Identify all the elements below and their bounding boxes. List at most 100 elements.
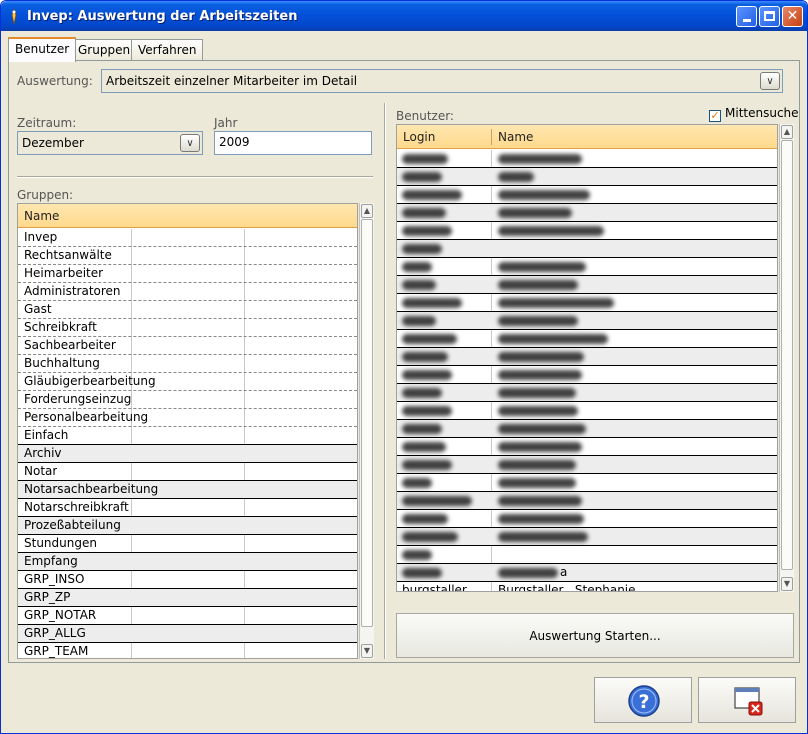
redacted-text [498,442,582,452]
scroll-down-icon[interactable]: ▼ [781,577,793,591]
scroll-thumb[interactable] [781,140,793,570]
close-dialog-button[interactable] [698,677,796,723]
list-item[interactable]: GRP_ALLG [18,625,357,643]
maximize-button[interactable] [759,6,780,27]
auswertung-select[interactable]: Arbeitszeit einzelner Mitarbeiter im Det… [101,69,783,93]
redacted-text [402,280,436,290]
minimize-button[interactable] [736,6,757,27]
list-item[interactable]: Prozeßabteilung [18,517,357,535]
table-row[interactable] [397,330,777,348]
table-header: Login Name [397,125,777,149]
list-item[interactable]: Gläubigerbearbeitung [18,373,357,391]
list-item[interactable]: GRP_INSO [18,571,357,589]
table-row[interactable] [397,474,777,492]
table-row[interactable] [397,528,777,546]
list-item[interactable]: Administratoren [18,283,357,301]
chevron-down-icon[interactable]: ∨ [180,134,200,152]
tab-benutzer[interactable]: Benutzer [8,37,77,62]
mittensuche-checkbox[interactable]: ✓ Mittensuche [709,106,799,122]
zeitraum-value: Dezember [22,136,84,150]
list-item[interactable]: Personalbearbeitung [18,409,357,427]
table-row[interactable] [397,366,777,384]
list-item[interactable]: Notarsachbearbeitung [18,481,357,499]
table-row[interactable]: burgstaller Burgstaller , Stephanie [397,582,777,592]
list-item-label: Buchhaltung [24,356,100,370]
list-item-label: Einfach [24,428,69,442]
table-row[interactable] [397,510,777,528]
column-header-name[interactable]: Name [24,209,59,223]
chevron-down-icon[interactable]: ∨ [760,72,780,90]
redacted-text [402,388,442,398]
column-header-login[interactable]: Login [403,130,435,144]
table-row[interactable] [397,240,777,258]
table-row[interactable] [397,150,777,168]
list-item[interactable]: Archiv [18,445,357,463]
login-cell: burgstaller [402,583,467,592]
list-item[interactable]: Stundungen [18,535,357,553]
redacted-text [498,424,586,434]
table-row[interactable] [397,438,777,456]
table-row[interactable] [397,294,777,312]
list-item[interactable]: Notar [18,463,357,481]
auswertung-starten-button[interactable]: Auswertung Starten... [396,613,794,658]
table-header: Name [18,204,357,228]
redacted-text [402,442,446,452]
name-cell: a [560,565,568,579]
svg-text:?: ? [638,691,649,713]
zeitraum-label: Zeitraum: [17,116,77,130]
table-row[interactable] [397,186,777,204]
scroll-thumb[interactable] [361,219,373,627]
table-row[interactable] [397,258,777,276]
table-row[interactable] [397,420,777,438]
list-item[interactable]: Invep [18,229,357,247]
table-row[interactable] [397,384,777,402]
redacted-text [402,208,446,218]
benutzer-panel: Auswertung: Arbeitszeit einzelner Mitarb… [8,60,800,663]
tab-verfahren[interactable]: Verfahren [131,39,204,61]
scroll-up-icon[interactable]: ▲ [361,204,373,218]
tab-gruppen[interactable]: Gruppen [71,39,138,61]
benutzer-scrollbar[interactable]: ▲ ▼ [779,124,794,592]
table-row[interactable] [397,402,777,420]
list-item[interactable]: Rechtsanwälte [18,247,357,265]
list-item[interactable]: Sachbearbeiter [18,337,357,355]
list-item-label: Empfang [24,554,78,568]
auswertung-value: Arbeitszeit einzelner Mitarbeiter im Det… [106,74,358,88]
table-row[interactable] [397,204,777,222]
list-item[interactable]: Heimarbeiter [18,265,357,283]
zeitraum-select[interactable]: Dezember ∨ [17,131,203,155]
table-row[interactable] [397,222,777,240]
gruppen-scrollbar[interactable]: ▲ ▼ [359,203,374,659]
table-row[interactable] [397,492,777,510]
table-row[interactable] [397,546,777,564]
list-item[interactable]: GRP_TEAM [18,643,357,658]
table-row[interactable] [397,456,777,474]
list-item[interactable]: Schreibkraft [18,319,357,337]
close-button[interactable]: ✕ [782,6,803,27]
gruppen-label: Gruppen: [17,188,74,202]
jahr-input[interactable]: 2009 [214,131,372,155]
list-item[interactable]: Empfang [18,553,357,571]
redacted-text [402,532,458,542]
list-item[interactable]: GRP_NOTAR [18,607,357,625]
gruppen-table: Name Invep Rechtsanwälte Heimarbeiter Admin… [17,203,358,659]
table-row[interactable] [397,168,777,186]
list-item[interactable]: Gast [18,301,357,319]
list-item[interactable]: Einfach [18,427,357,445]
list-item[interactable]: Buchhaltung [18,355,357,373]
scroll-up-icon[interactable]: ▲ [781,125,793,139]
table-row[interactable] [397,312,777,330]
title-bar[interactable]: Invep: Auswertung der Arbeitszeiten ✕ [1,1,807,31]
scroll-down-icon[interactable]: ▼ [361,644,373,658]
list-item-label: Notar [24,464,58,478]
column-header-name[interactable]: Name [498,130,533,144]
list-item-label: Gläubigerbearbeitung [24,374,156,388]
list-item-label: Forderungseinzug [24,392,132,406]
list-item[interactable]: Forderungseinzug [18,391,357,409]
table-row[interactable] [397,276,777,294]
table-row[interactable] [397,348,777,366]
list-item[interactable]: Notarschreibkraft [18,499,357,517]
help-button[interactable]: ? [594,677,692,723]
table-row[interactable]: a [397,564,777,582]
list-item[interactable]: GRP_ZP [18,589,357,607]
